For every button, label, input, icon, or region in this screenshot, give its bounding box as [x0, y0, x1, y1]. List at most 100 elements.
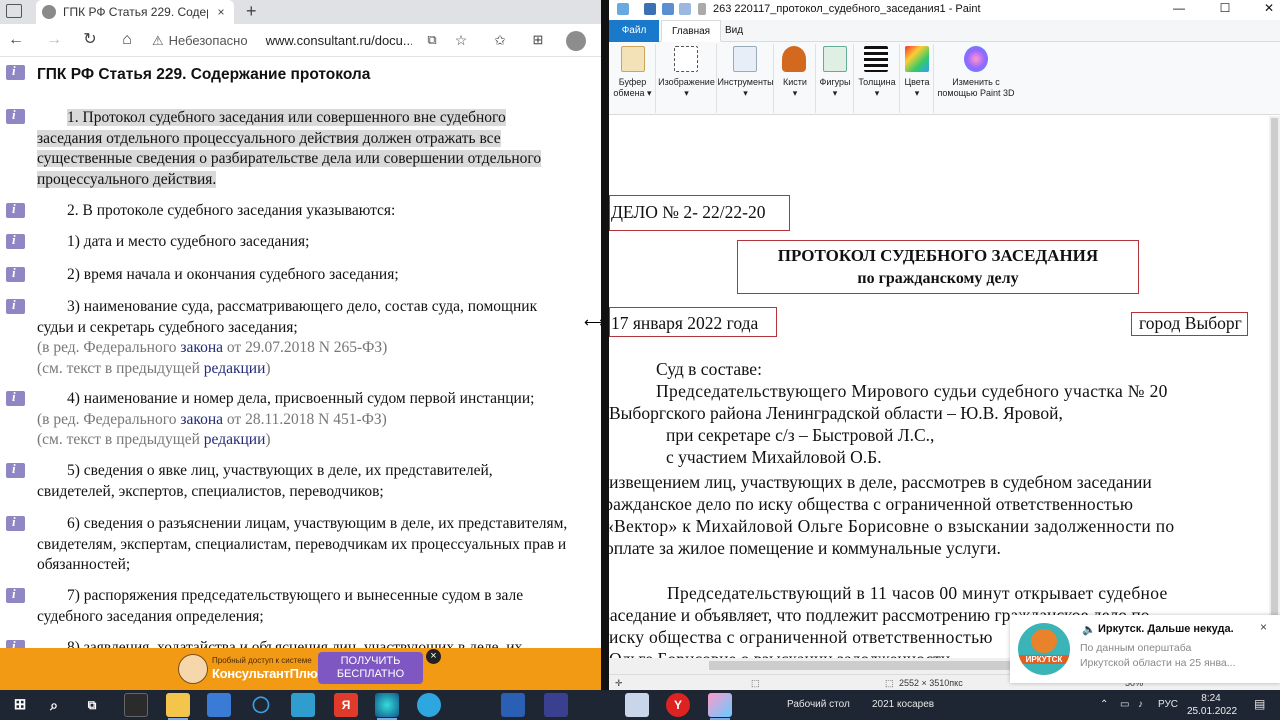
undo-icon[interactable] [662, 3, 674, 15]
paragraph-1-line: процессуального действия. [37, 170, 217, 188]
new-tab-icon[interactable]: + [240, 0, 263, 24]
info-icon[interactable] [6, 461, 25, 478]
forward-icon[interactable]: → [42, 30, 66, 50]
tab-close-icon[interactable]: × [214, 5, 228, 19]
edge-icon[interactable] [375, 693, 399, 720]
quick-access-dropdown-icon[interactable] [698, 3, 706, 15]
network-icon[interactable]: ▭ [1120, 699, 1129, 710]
info-icon[interactable] [6, 201, 25, 218]
screen: ГПК РФ Статья 229. Содержание × + ← → ↻ … [0, 0, 1280, 720]
doc-line: с извещением лиц, участвующих в деле, ра… [609, 472, 1152, 492]
scroll-thumb[interactable] [1271, 118, 1278, 638]
search-icon[interactable]: ⌕ [42, 693, 66, 717]
law-link[interactable]: закона [180, 411, 223, 428]
folder-toolbar[interactable]: 2021 косарев [872, 699, 934, 710]
yandex-icon[interactable]: Я [334, 693, 358, 717]
notifications-icon[interactable]: ▤ [1254, 697, 1265, 711]
word-icon[interactable] [501, 693, 525, 717]
item-line: судьи и секретарь судебного заседания; [37, 318, 298, 336]
tab-actions-icon[interactable] [6, 4, 22, 18]
group-size[interactable]: Толщина ▾ [854, 44, 900, 113]
paint-canvas[interactable]: ДЕЛО № 2- 22/22-20 ПРОТОКОЛ СУДЕБНОГО ЗА… [609, 116, 1280, 674]
reload-icon[interactable]: ↻ [78, 30, 102, 50]
browser-tab[interactable]: ГПК РФ Статья 229. Содержание × [36, 0, 234, 24]
see-note: (см. текст в предыдущей редакции) [37, 359, 601, 380]
volume-icon[interactable]: ♪ [1138, 699, 1143, 710]
list-item: 1) дата и место судебного заседания; [67, 233, 310, 250]
info-icon[interactable] [6, 63, 25, 80]
paint-taskbar-icon[interactable] [708, 693, 732, 720]
maximize-icon[interactable]: ☐ [1215, 1, 1235, 15]
group-shapes[interactable]: Фигуры ▾ [816, 44, 854, 113]
group-clipboard[interactable]: Буфер обмена ▾ [609, 44, 656, 113]
tab-home[interactable]: Главная [661, 20, 722, 42]
tab-file[interactable]: Файл [609, 20, 659, 42]
notification-text: Иркутской области на 25 янва... [1080, 657, 1236, 669]
notification-close-icon[interactable]: × [1260, 620, 1267, 634]
home-icon[interactable]: ⌂ [115, 30, 139, 50]
desktop-toolbar[interactable]: Рабочий стол [787, 699, 850, 710]
collections-icon[interactable]: ⊞ [526, 30, 550, 50]
task-view-icon[interactable]: ⧉ [80, 693, 104, 717]
paragraph-2: 2. В протоколе судебного заседания указы… [67, 202, 396, 219]
revision-link[interactable]: редакции [204, 431, 266, 448]
paragraph-1: 1. Протокол судебного заседания или сове… [37, 108, 601, 190]
group-tools[interactable]: Инструменты ▾ [717, 44, 774, 113]
reader-view-icon[interactable]: ⧉ [420, 30, 444, 50]
back-icon[interactable]: ← [4, 30, 28, 50]
info-icon[interactable] [6, 265, 25, 282]
law-link[interactable]: закона [180, 339, 223, 356]
group-image[interactable]: Изображение ▾ [656, 44, 717, 113]
paragraph-1-line: существенные сведения о разбирательстве … [37, 150, 542, 167]
doc-line: с участием Михайловой О.Б. [666, 447, 882, 467]
info-icon[interactable] [6, 107, 25, 124]
doc-line: иску общества с ограниченной ответственн… [609, 627, 993, 647]
info-icon[interactable] [6, 232, 25, 249]
yandex-browser-icon[interactable]: Y [666, 693, 690, 717]
notification-toast[interactable]: ИРКУТСК 🔈 Иркутск. Дальше некуда. По дан… [1010, 615, 1280, 683]
image-size-icon: ⬚ [885, 678, 894, 688]
favorite-star-icon[interactable]: ☆ [449, 30, 473, 50]
paragraph-1-line: 1. Протокол судебного заседания или сове… [67, 109, 506, 126]
app-icon-tool[interactable] [291, 693, 315, 717]
group-label: Инструменты ▾ [717, 77, 774, 98]
clock[interactable]: 8:24 25.01.2022 [1187, 692, 1237, 718]
doc-line: Выборгского района Ленинградской области… [609, 403, 1063, 423]
info-icon[interactable] [6, 389, 25, 406]
info-icon[interactable] [6, 638, 25, 648]
get-free-button[interactable]: ПОЛУЧИТЬ БЕСПЛАТНО [318, 652, 423, 684]
info-icon[interactable] [6, 297, 25, 314]
clipboard-icon [621, 46, 645, 72]
favorites-list-icon[interactable]: ✩ [488, 30, 512, 50]
doc-line: гражданское дело по иску общества с огра… [609, 494, 1134, 514]
item-line: свидетелей, экспертов, специалистов, пер… [37, 482, 384, 500]
close-icon[interactable]: ✕ [1259, 1, 1279, 15]
app-icon-display[interactable] [207, 693, 231, 717]
group-paint3d[interactable]: Изменить с помощью Paint 3D [934, 44, 1018, 113]
group-colors[interactable]: Цвета ▾ [900, 44, 934, 113]
revision-link[interactable]: редакции [204, 360, 266, 377]
save-icon[interactable] [644, 3, 656, 15]
info-icon[interactable] [6, 514, 25, 531]
redo-icon[interactable] [679, 3, 691, 15]
group-brushes[interactable]: Кисти ▾ [774, 44, 816, 113]
address-url: www.consultant.ru/docu... [265, 33, 412, 48]
info-icon[interactable] [6, 586, 25, 603]
tab-view[interactable]: Вид [715, 20, 753, 42]
windows-start-icon[interactable]: ⊞ [8, 693, 32, 717]
explorer-icon[interactable] [166, 693, 190, 720]
profile-avatar[interactable] [566, 31, 586, 51]
tray-chevron-icon[interactable]: ⌃ [1100, 699, 1108, 710]
telegram-icon[interactable] [417, 693, 441, 717]
input-language[interactable]: РУС [1158, 699, 1178, 710]
channel-avatar: ИРКУТСК [1018, 623, 1070, 675]
app-icon-video[interactable] [124, 693, 148, 717]
window-divider[interactable] [601, 0, 609, 690]
app-icon-circle[interactable]: ◯ [249, 693, 273, 717]
promo-close-icon[interactable]: × [426, 649, 441, 664]
app-icon-snip[interactable] [625, 693, 649, 717]
address-bar[interactable]: ⚠ Небезопасно www.consultant.ru/docu... [152, 29, 412, 52]
app-icon-calendar[interactable] [544, 693, 568, 717]
minimize-icon[interactable]: — [1169, 1, 1189, 15]
vertical-scrollbar[interactable] [1269, 116, 1280, 674]
